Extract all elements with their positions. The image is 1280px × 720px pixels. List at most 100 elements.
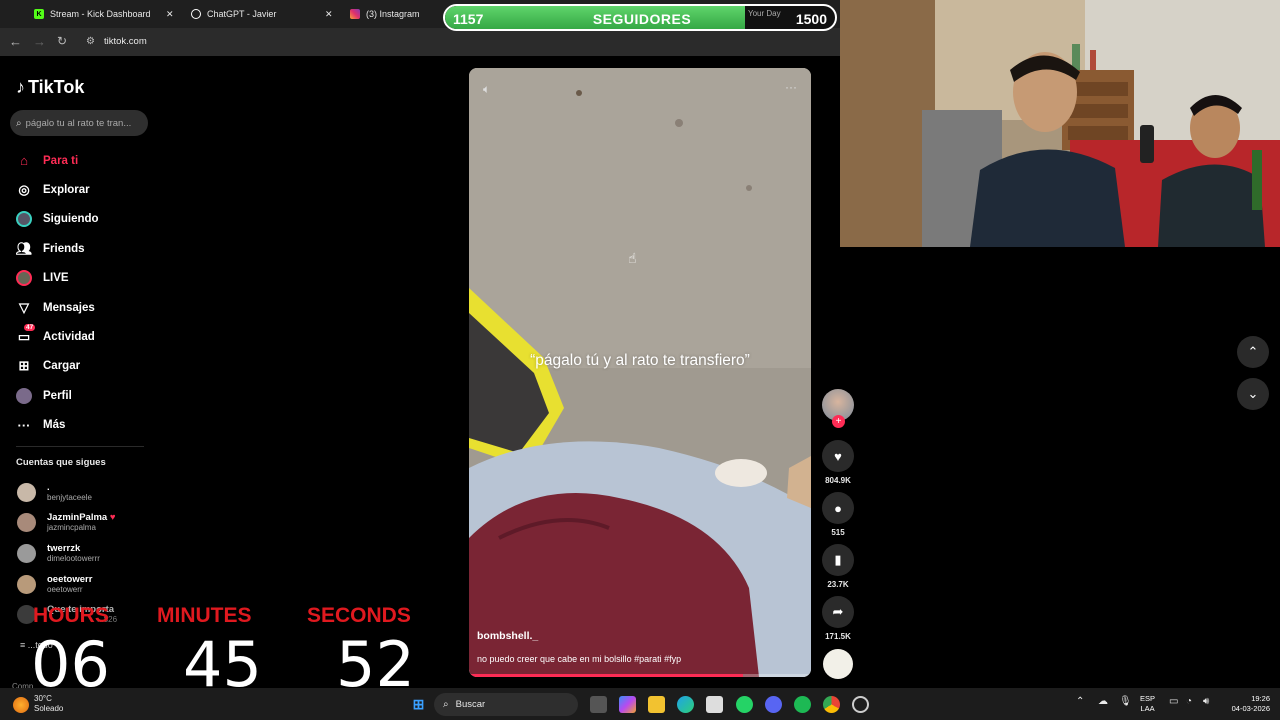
sidebar-item-explorar[interactable]: ◎ Explorar: [16, 175, 146, 204]
next-video-button[interactable]: ⌄: [1237, 378, 1269, 410]
tab-chatgpt[interactable]: ChatGPT - Javier: [191, 4, 276, 24]
taskbar-search[interactable]: ⌕ Buscar: [434, 693, 578, 716]
sidebar-item-actividad[interactable]: ▭ 47 Actividad: [16, 322, 146, 351]
followed-account[interactable]: twerrzk dimelootowerrr: [17, 543, 100, 564]
save-action[interactable]: ▮ 23.7K: [822, 544, 854, 589]
save-count: 23.7K: [827, 580, 849, 589]
video-username[interactable]: bombshell._: [477, 630, 538, 642]
discord-icon[interactable]: [765, 696, 782, 713]
display-icon[interactable]: ▭: [1169, 696, 1178, 707]
sidebar-item-label: Más: [43, 419, 66, 432]
comment-action[interactable]: ● 515: [822, 492, 854, 537]
sidebar-item-label: Mensajes: [43, 301, 95, 314]
tab-kick-dashboard[interactable]: K Stream - Kick Dashboard: [34, 4, 151, 24]
share-count: 171.5K: [825, 632, 851, 641]
video-progress-bar[interactable]: [469, 674, 811, 677]
upload-icon: ⊞: [18, 358, 30, 374]
video-progress-fill: [469, 674, 743, 677]
comment-icon[interactable]: ●: [822, 492, 854, 524]
previous-video-button[interactable]: ⌃: [1237, 336, 1269, 368]
temperature: 30°C: [34, 694, 52, 703]
tab-label: ChatGPT - Javier: [207, 9, 277, 19]
whatsapp-icon[interactable]: [736, 696, 753, 713]
clock-date: 04-03-2026: [1231, 704, 1270, 713]
url-field[interactable]: tiktok.com: [104, 36, 147, 47]
webcam-image: [840, 0, 1280, 247]
following-accounts-header: Cuentas que sigues: [16, 457, 106, 468]
tab-label: Stream - Kick Dashboard: [50, 9, 151, 19]
sidebar-item-cargar[interactable]: ⊞ Cargar: [16, 352, 146, 381]
network-tray-icon[interactable]: ☁: [1098, 696, 1108, 707]
weather-sun-icon[interactable]: [13, 697, 29, 713]
followed-account[interactable]: JazminPalma ♥ jazmincpalma: [17, 512, 115, 533]
more-options-icon[interactable]: ···: [785, 80, 797, 94]
like-count: 804.9K: [825, 476, 851, 485]
sidebar-item-perfil[interactable]: Perfil: [16, 381, 146, 410]
store-icon[interactable]: [706, 696, 723, 713]
microphone-icon[interactable]: 🎙︎: [1119, 696, 1132, 707]
tab-instagram[interactable]: (3) Instagram: [350, 4, 420, 24]
tray-chevron-icon[interactable]: ⌃: [1076, 696, 1084, 707]
account-handle: jazmincpalma: [47, 523, 96, 532]
mute-icon[interactable]: 🔈︎: [483, 82, 490, 97]
close-tab-icon[interactable]: ✕: [166, 4, 174, 24]
spotify-icon[interactable]: [794, 696, 811, 713]
copilot-icon[interactable]: [619, 696, 636, 713]
account-handle: benjytaceele: [47, 493, 92, 502]
sidebar-item-siguiendo[interactable]: Siguiendo: [16, 205, 146, 234]
follow-plus-icon[interactable]: +: [832, 415, 845, 428]
tiktok-logo[interactable]: ♪ TikTok: [16, 77, 84, 98]
sidebar-divider: [16, 446, 144, 447]
language-indicator[interactable]: ESP LAA: [1140, 694, 1155, 714]
back-icon[interactable]: ←: [9, 34, 22, 49]
video-player[interactable]: 🔈︎ ··· “págalo tú y al rato te transfier…: [469, 68, 811, 677]
chevron-down-icon: ⌄: [1247, 386, 1259, 401]
chrome-icon[interactable]: [823, 696, 840, 713]
bookmark-icon[interactable]: ▮: [822, 544, 854, 576]
address-bar: ← → ↻ ⚙ tiktok.com: [0, 28, 840, 56]
sidebar-item-mas[interactable]: ··· Más: [16, 411, 146, 440]
close-tab-icon[interactable]: ✕: [325, 4, 333, 24]
video-text-overlay: “págalo tú y al rato te transfiero”: [530, 352, 750, 369]
author-avatar[interactable]: +: [822, 389, 854, 428]
avatar: [17, 483, 36, 502]
avatar: [17, 575, 36, 594]
share-icon[interactable]: ➦: [822, 596, 854, 628]
followed-account[interactable]: . benjytaceele: [17, 482, 92, 503]
obs-icon[interactable]: [852, 696, 869, 713]
tiktok-logo-text: TikTok: [28, 77, 85, 97]
sidebar-item-live[interactable]: LIVE: [16, 264, 146, 293]
heart-icon[interactable]: ♥: [822, 440, 854, 472]
video-frame: [469, 68, 811, 677]
clock-time: 19:26: [1251, 694, 1270, 703]
sidebar-item-mensajes[interactable]: ▽ Mensajes: [16, 293, 146, 322]
chatgpt-icon: [191, 9, 201, 19]
system-clock[interactable]: 19:26 04-03-2026: [1222, 694, 1270, 714]
home-icon: ⌂: [20, 153, 28, 169]
followed-account[interactable]: oeetowerr oeetowerr: [17, 574, 92, 595]
windows-start-icon[interactable]: ⊞: [410, 696, 427, 713]
sidebar-nav: ⌂ Para ti ◎ Explorar Siguiendo 👥︎ Friend…: [16, 146, 146, 440]
edge-icon[interactable]: [677, 696, 694, 713]
share-action[interactable]: ➦ 171.5K: [822, 596, 854, 641]
volume-icon[interactable]: 🔊︎: [1203, 696, 1209, 707]
sidebar-item-friends[interactable]: 👥︎ Friends: [16, 234, 146, 263]
video-description: no puedo creer que cabe en mi bolsillo #…: [477, 654, 682, 664]
profile-avatar-icon: [16, 387, 32, 404]
task-view-icon[interactable]: [590, 696, 607, 713]
sidebar-item-label: Friends: [43, 242, 85, 255]
tab-label: (3) Instagram: [366, 9, 420, 19]
wifi-icon[interactable]: ◔: [1186, 696, 1192, 707]
sidebar-item-para-ti[interactable]: ⌂ Para ti: [16, 146, 146, 175]
weather-widget[interactable]: 30°C Soleado: [34, 694, 63, 714]
sidebar-item-label: Para ti: [43, 154, 79, 167]
forward-icon[interactable]: →: [33, 34, 46, 49]
music-disc-icon[interactable]: [823, 649, 853, 679]
reload-icon[interactable]: ↻: [57, 34, 67, 48]
search-input[interactable]: ⌕ págalo tu al rato te tran...: [10, 110, 148, 136]
site-info-icon[interactable]: ⚙: [86, 36, 95, 47]
like-action[interactable]: ♥ 804.9K: [822, 440, 854, 485]
file-explorer-icon[interactable]: [648, 696, 665, 713]
avatar: [17, 544, 36, 563]
account-name: JazminPalma: [47, 512, 108, 523]
